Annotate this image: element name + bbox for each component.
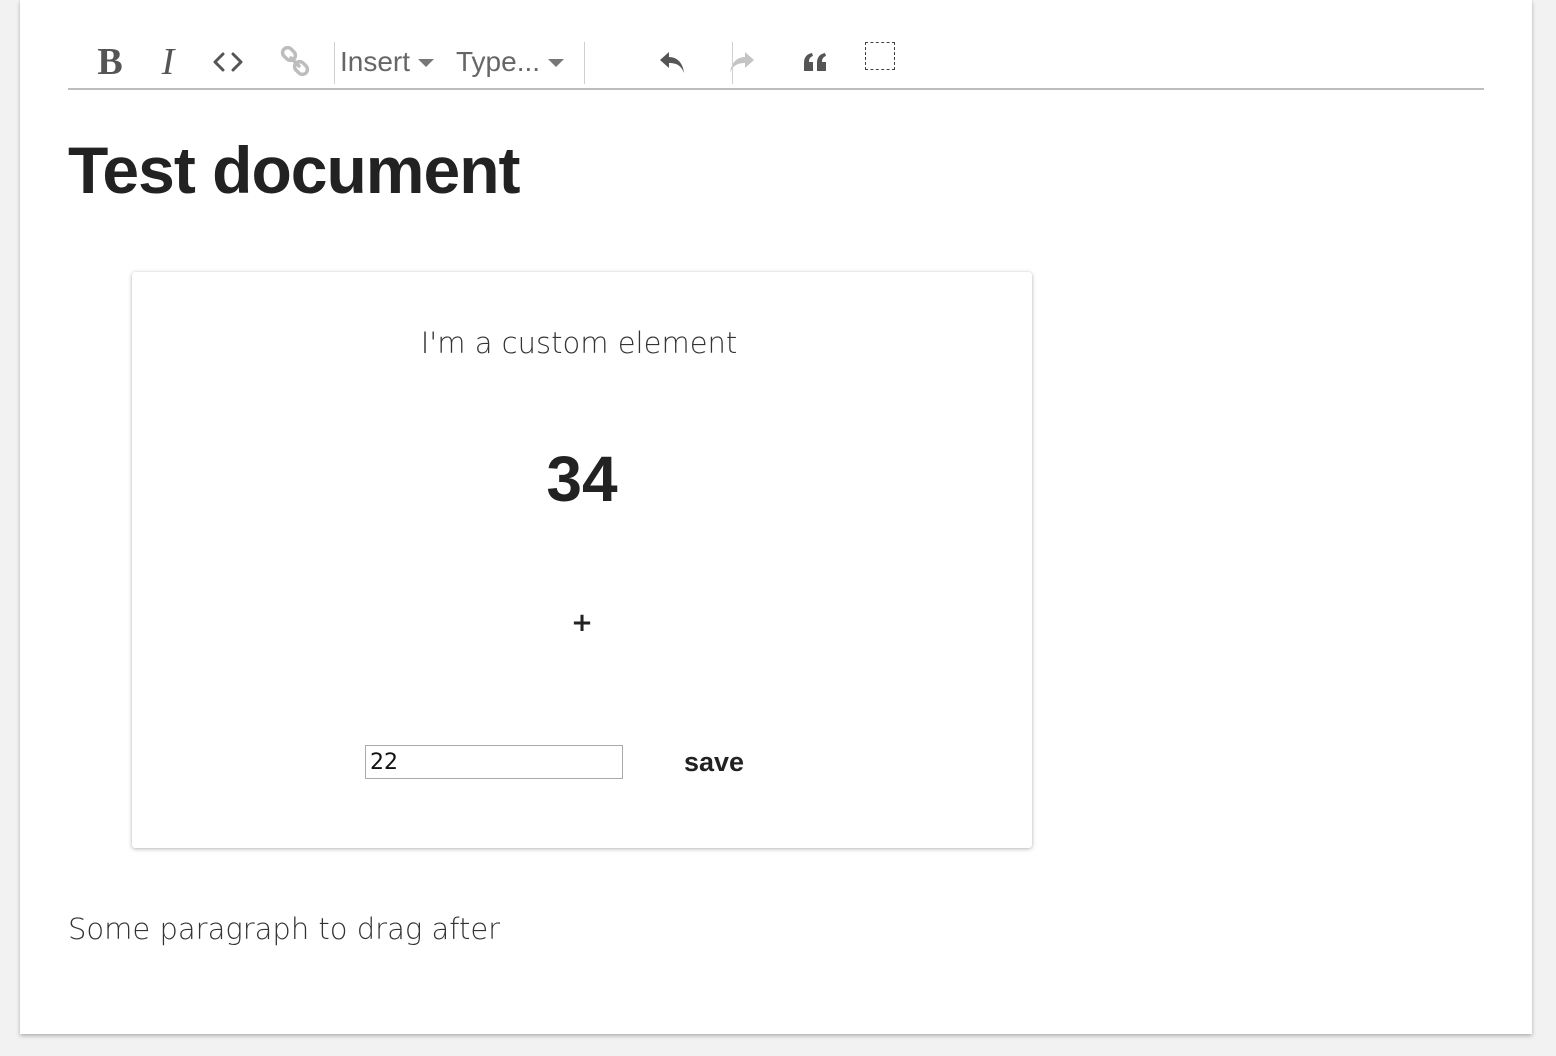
code-icon (213, 52, 243, 72)
increment-button[interactable]: + (132, 608, 1032, 638)
custom-element-caption: I'm a custom element (420, 326, 738, 360)
toolbar-separator (584, 42, 585, 84)
custom-element-card[interactable]: I'm a custom element 34 + save (132, 272, 1032, 848)
count-input[interactable] (365, 745, 623, 779)
counter-value: 34 (546, 443, 618, 515)
blockquote-icon (804, 53, 826, 71)
link-icon (280, 46, 310, 77)
toolbar-separator (732, 42, 733, 84)
italic-button[interactable]: I (150, 36, 186, 88)
type-dropdown[interactable]: Type... (456, 36, 576, 88)
editor-toolbar: B I Insert Type... (68, 36, 1484, 90)
document-title[interactable]: Test document (68, 132, 520, 208)
link-button[interactable] (274, 36, 316, 88)
bold-icon: B (97, 41, 123, 83)
bold-button[interactable]: B (90, 36, 130, 88)
editor-page: B I Insert Type... Test document I'm a c… (20, 0, 1532, 1034)
toolbar-separator (334, 42, 335, 84)
redo-button[interactable] (722, 36, 762, 88)
undo-button[interactable] (652, 36, 692, 88)
type-dropdown-label: Type... (456, 46, 541, 77)
code-button[interactable] (208, 36, 248, 88)
insert-dropdown-label: Insert (340, 46, 411, 77)
blockquote-button[interactable] (796, 36, 836, 88)
save-button[interactable]: save (684, 744, 744, 780)
select-parent-icon (865, 42, 895, 70)
italic-icon: I (161, 41, 175, 83)
select-parent-button[interactable] (860, 36, 900, 88)
insert-dropdown[interactable]: Insert (340, 36, 450, 88)
chevron-down-icon (548, 59, 565, 67)
chevron-down-icon (418, 59, 435, 67)
undo-icon (660, 52, 684, 73)
document-paragraph[interactable]: Some paragraph to drag after (68, 912, 500, 946)
